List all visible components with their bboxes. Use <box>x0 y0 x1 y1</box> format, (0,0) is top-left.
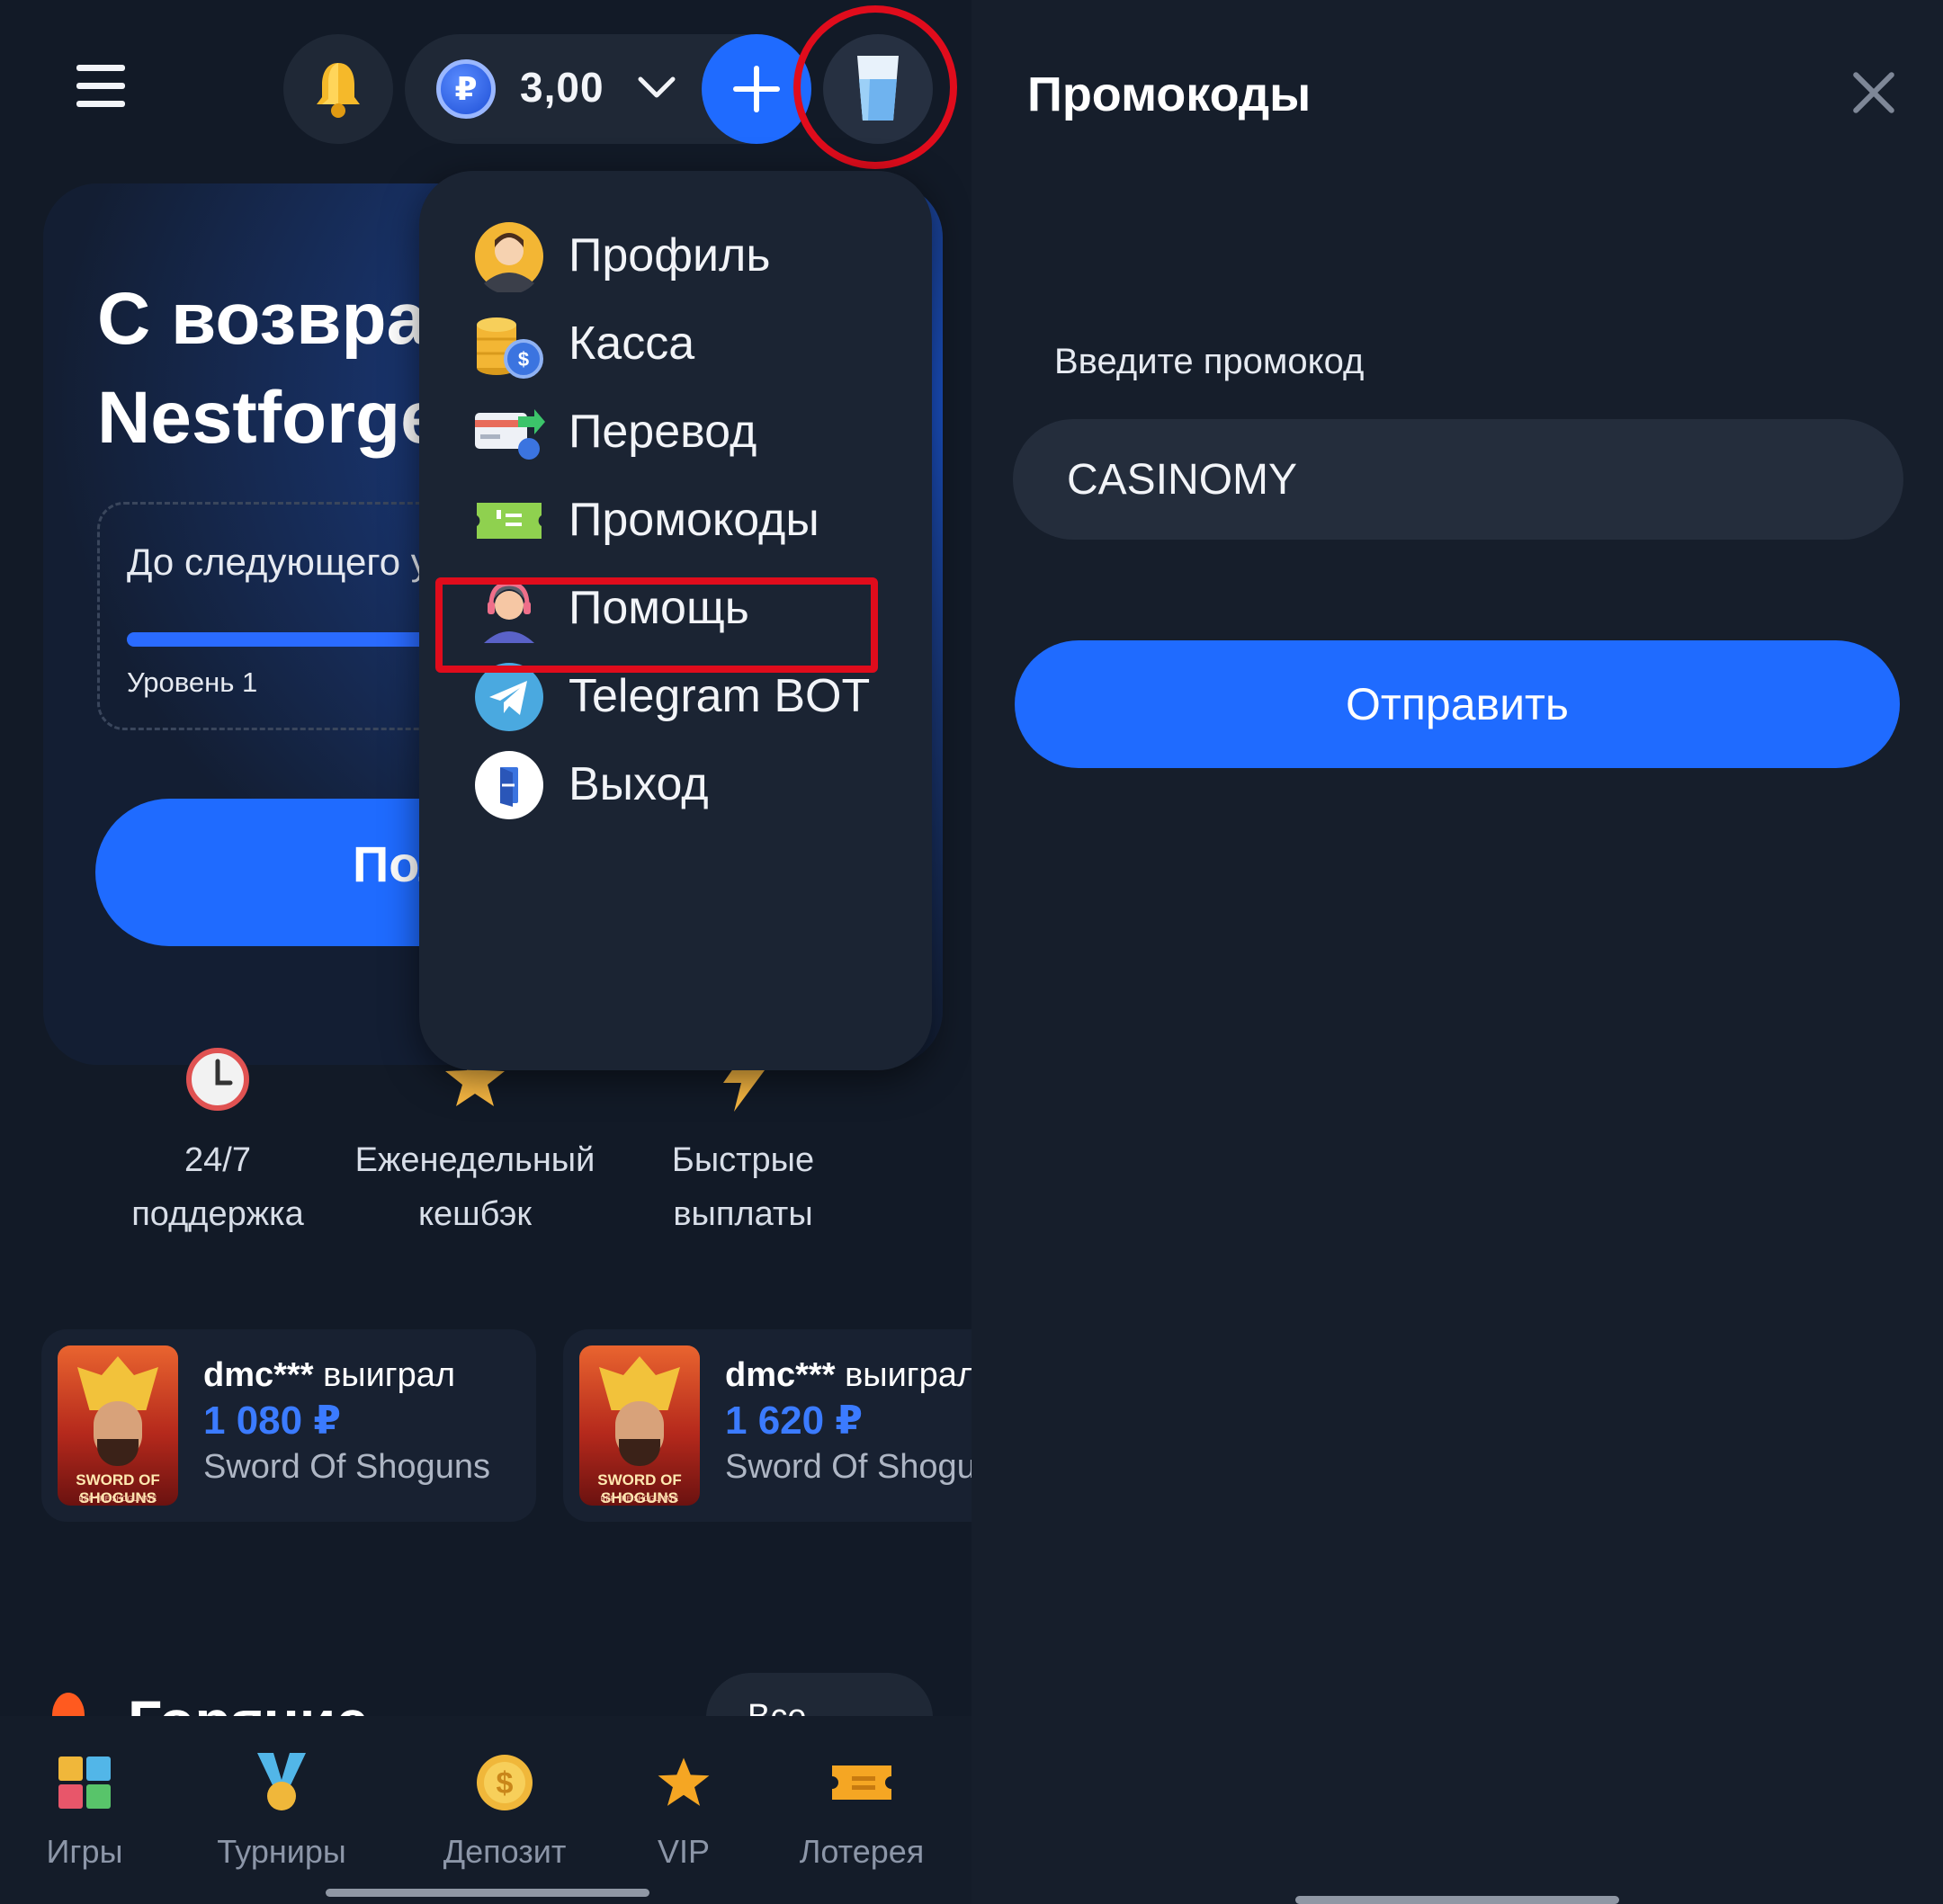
bottom-navigation: Игры Турниры $ Депозит VIP Лотерея <box>0 1716 972 1904</box>
nav-deposit[interactable]: $ Депозит <box>415 1752 595 1871</box>
games-icon <box>58 1757 111 1809</box>
hot-games-title: Горячие <box>128 1687 369 1718</box>
logout-icon <box>475 751 543 819</box>
nav-lottery[interactable]: Лотерея <box>772 1752 952 1871</box>
menu-item-profile[interactable]: Профиль <box>473 216 905 297</box>
feature-support: 24/7 поддержка <box>83 1043 353 1241</box>
clock-icon <box>186 1048 249 1111</box>
feature-cashback: Еженедельный кешбэк <box>340 1043 610 1241</box>
game-thumbnail: SWORD OF SHOGUNS REP THE SHOGUNATE <box>58 1345 178 1506</box>
flame-icon <box>52 1693 85 1718</box>
game-name: Sword Of Shoguns <box>203 1448 490 1486</box>
menu-item-transfer[interactable]: Перевод <box>473 392 905 473</box>
bell-icon <box>317 63 360 118</box>
win-amount: 1 080 ₽ <box>203 1399 341 1443</box>
tournaments-icon <box>257 1753 306 1810</box>
deposit-coin-icon: $ <box>477 1755 533 1810</box>
casino-app-screen: ₽ 3,00 С возвращением, Nestforge До след… <box>0 0 972 1904</box>
submit-button[interactable]: Отправить <box>1015 640 1900 768</box>
svg-text:$: $ <box>518 348 529 371</box>
nav-tournaments[interactable]: Турниры <box>192 1752 372 1871</box>
menu-item-cashier[interactable]: $ Касса <box>473 304 905 385</box>
winner-text: dmc*** выиграл <box>725 1356 972 1394</box>
chevron-down-icon <box>638 76 676 98</box>
hot-games-header: Горячие Все <box>0 1673 972 1718</box>
menu-item-logout[interactable]: Выход <box>473 745 905 826</box>
close-icon[interactable] <box>1851 70 1896 115</box>
hamburger-menu-icon[interactable] <box>76 65 125 108</box>
promo-ticket-icon <box>477 503 542 539</box>
annotation-circle-highlight <box>793 5 957 169</box>
panel-title: Промокоды <box>1027 67 1312 121</box>
lottery-ticket-icon <box>832 1765 891 1800</box>
see-all-button[interactable]: Все <box>706 1673 933 1718</box>
notifications-button[interactable] <box>283 34 393 144</box>
profile-icon <box>475 222 543 292</box>
svg-text:$: $ <box>497 1766 514 1801</box>
game-name: Sword Of Shoguns <box>725 1448 972 1486</box>
recent-win-card[interactable]: SWORD OF SHOGUNS REP THE SHOGUNATE dmc**… <box>563 1329 972 1522</box>
menu-item-promocodes[interactable]: Промокоды <box>473 480 905 561</box>
promocode-input-label: Введите промокод <box>1054 342 1365 381</box>
ruble-coin-icon: ₽ <box>436 59 496 119</box>
cashier-icon: $ <box>477 317 543 379</box>
promocodes-panel: Промокоды Введите промокод Отправить <box>972 0 1943 1904</box>
home-indicator <box>1295 1896 1619 1904</box>
recent-win-card[interactable]: SWORD OF SHOGUNS REP THE SHOGUNATE dmc**… <box>41 1329 536 1522</box>
nav-games[interactable]: Игры <box>0 1752 175 1871</box>
game-thumbnail: SWORD OF SHOGUNS REP THE SHOGUNATE <box>579 1345 700 1506</box>
transfer-icon <box>475 409 545 460</box>
level-label: Уровень 1 <box>127 666 258 698</box>
balance-amount: 3,00 <box>520 64 604 111</box>
home-indicator <box>326 1889 649 1897</box>
win-amount: 1 620 ₽ <box>725 1399 863 1443</box>
annotation-rect-highlight <box>435 577 878 673</box>
promocode-input[interactable] <box>1013 419 1903 540</box>
winner-text: dmc*** выиграл <box>203 1356 456 1394</box>
nav-vip[interactable]: VIP <box>594 1752 774 1871</box>
feature-fast-payouts: Быстрые выплаты <box>608 1043 878 1241</box>
vip-star-icon <box>658 1757 710 1806</box>
